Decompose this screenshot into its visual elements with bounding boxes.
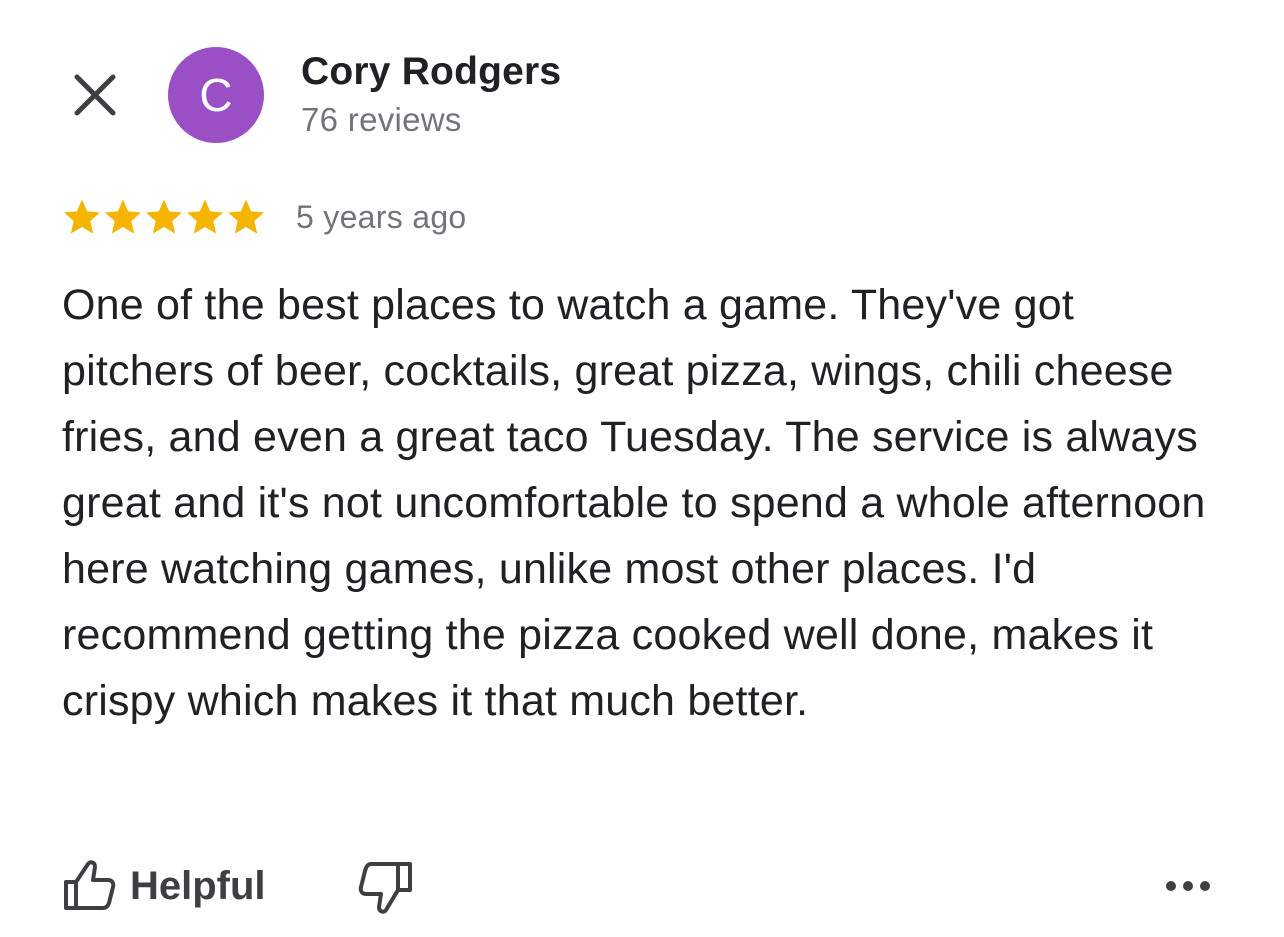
more-horizontal-icon [1166,881,1210,891]
review-sheet: C Cory Rodgers 76 reviews 5 years ago On… [0,0,1284,937]
avatar-initial: C [199,69,233,121]
close-button[interactable] [66,66,124,124]
review-card: C Cory Rodgers 76 reviews 5 years ago On… [0,0,1284,937]
review-body: One of the best places to watch a game. … [62,281,1206,725]
thumbs-down-icon [358,862,412,914]
helpful-label: Helpful [130,863,266,908]
star-icon [187,199,223,234]
review-time: 5 years ago [296,199,467,235]
star-icon [105,199,141,234]
star-icon [228,199,264,234]
thumbs-up-icon [64,860,116,910]
author-review-count: 76 reviews [301,101,462,138]
author-name[interactable]: Cory Rodgers [301,50,561,94]
not-helpful-button[interactable] [356,858,416,918]
avatar[interactable]: C [168,47,264,143]
helpful-button[interactable]: Helpful [62,858,266,914]
star-rating [62,197,267,237]
star-icon [146,199,182,234]
more-options-button[interactable] [1162,866,1214,906]
close-icon [74,74,116,116]
star-icon [64,199,100,234]
